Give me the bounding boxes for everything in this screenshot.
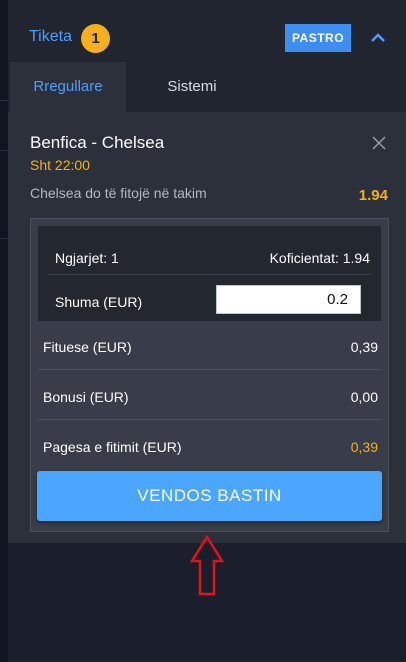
win-label: Fituese (EUR) <box>43 339 132 355</box>
divider <box>38 419 381 420</box>
clear-button[interactable]: PASTRO <box>285 24 351 52</box>
place-bet-button[interactable]: VENDOS BASTIN <box>37 471 382 521</box>
bonus-row: Bonusi (EUR) 0,00 <box>43 389 378 405</box>
win-row: Fituese (EUR) 0,39 <box>43 339 378 355</box>
bet-type-tabs: Rregullare Sistemi <box>8 62 406 112</box>
selection-text: Chelsea do të fitojë në takim <box>30 185 207 201</box>
chevron-up-icon[interactable] <box>368 28 388 48</box>
payout-row: Pagesa e fitimit (EUR) 0,39 <box>43 439 378 455</box>
tab-system[interactable]: Sistemi <box>132 62 252 112</box>
selection-odd: 1.94 <box>358 187 388 204</box>
payout-value: 0,39 <box>350 439 378 455</box>
match-time: Sht 22:00 <box>30 157 90 173</box>
payout-label: Pagesa e fitimit (EUR) <box>43 439 182 455</box>
background-strip <box>0 0 8 662</box>
betslip-header: Tiketa 1 PASTRO <box>8 0 406 62</box>
win-value: 0,39 <box>350 339 378 355</box>
match-name: Benfica - Chelsea <box>30 133 165 152</box>
total-odds: Koficientat: 1.94 <box>269 250 370 266</box>
bet-summary: Ngjarjet: 1 Koficientat: 1.94 Shuma (EUR… <box>30 218 389 532</box>
bonus-label: Bonusi (EUR) <box>43 389 129 405</box>
divider <box>38 369 381 370</box>
stake-label: Shuma (EUR) <box>55 294 143 310</box>
events-count: Ngjarjet: 1 <box>55 250 119 266</box>
stake-section: Ngjarjet: 1 Koficientat: 1.94 Shuma (EUR… <box>38 226 381 321</box>
betslip-panel: Tiketa 1 PASTRO Rregullare Sistemi Benfi… <box>8 0 406 543</box>
betslip-title: Tiketa <box>29 28 72 45</box>
close-icon[interactable] <box>371 135 387 151</box>
divider <box>48 274 371 275</box>
tab-regular[interactable]: Rregullare <box>10 62 126 112</box>
stake-input[interactable] <box>216 285 361 314</box>
bonus-value: 0,00 <box>350 389 378 405</box>
selection-count-badge: 1 <box>81 24 110 53</box>
up-arrow-icon <box>189 535 225 596</box>
